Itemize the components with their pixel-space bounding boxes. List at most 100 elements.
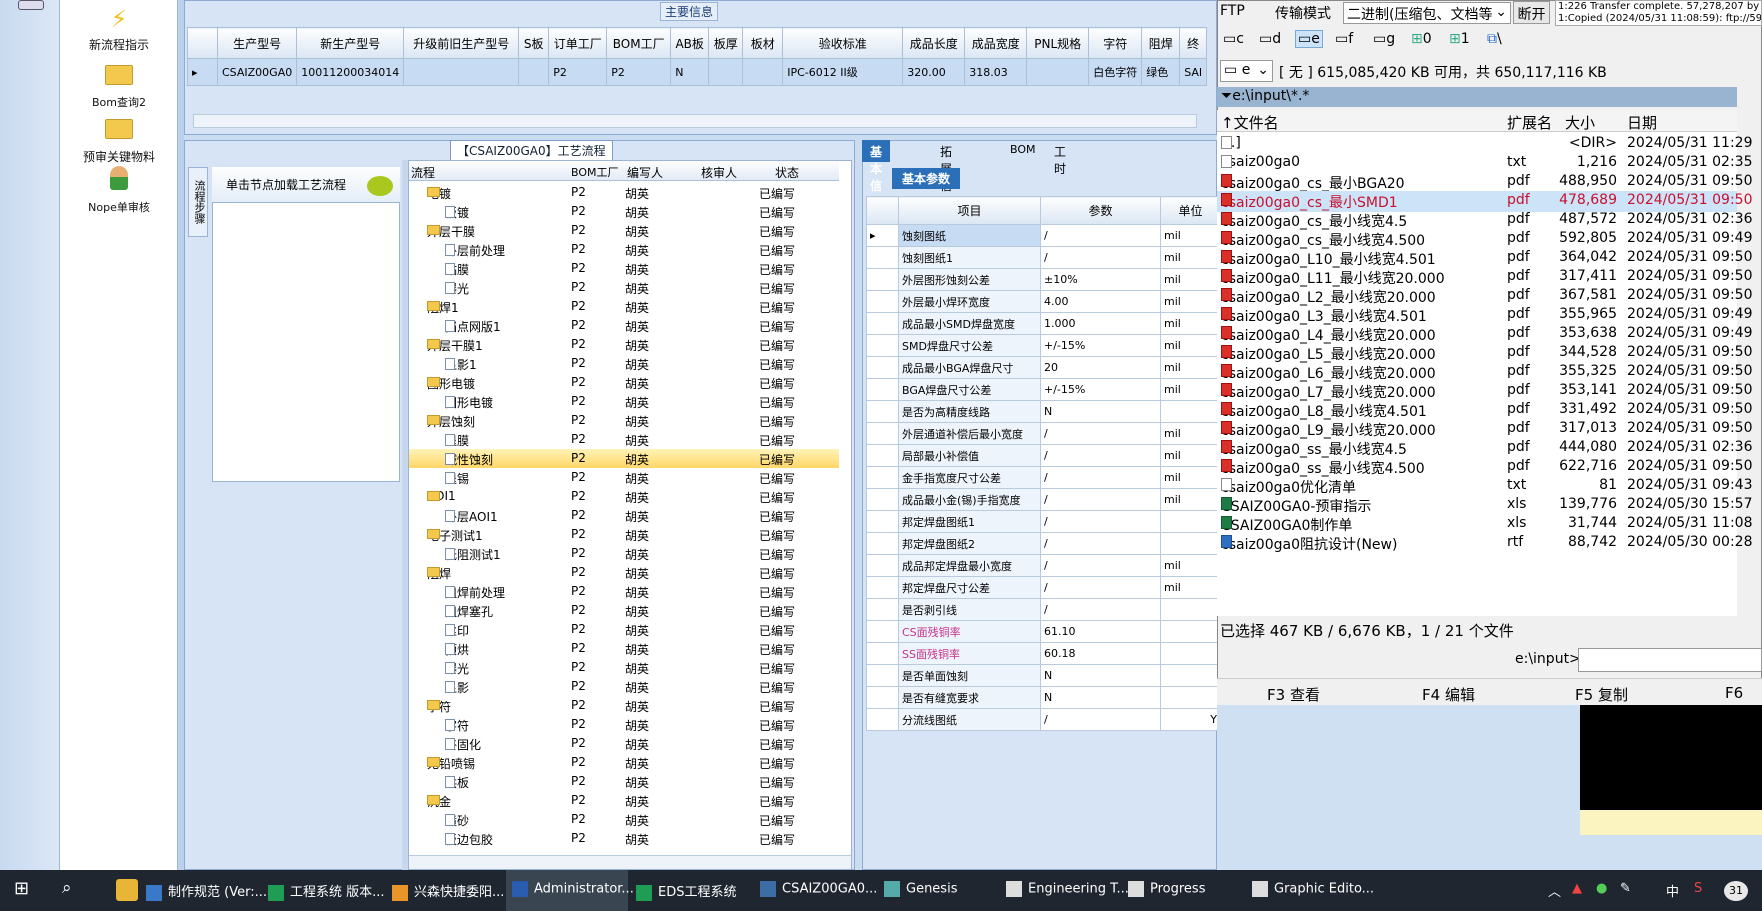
table-cell[interactable]: 320.00 (902, 58, 966, 86)
file-row[interactable]: CSAIZ00GA0制作单 xls 31,744 2024/05/31 11:08 (1217, 514, 1753, 535)
tree-node[interactable]: 显影 (445, 679, 469, 696)
column-header[interactable]: S板 (518, 27, 550, 59)
file-row[interactable]: csaiz00ga0_L7_最小线宽20.000 pdf 353,141 2024/0… (1217, 381, 1753, 402)
tree-node[interactable]: 贴膜 (445, 261, 469, 278)
tree-row[interactable]: 板边包胶 P2 胡英 已编写 (409, 829, 839, 848)
param-value[interactable]: N (1040, 686, 1161, 709)
column-header[interactable]: BOM工厂 (606, 27, 672, 59)
file-row[interactable]: csaiz00ga0阻抗设计(New) rtf 88,742 2024/05/30 0… (1217, 533, 1753, 554)
tree-row[interactable]: −电子测试1 P2 胡英 已编写 (409, 525, 839, 544)
tree-node[interactable]: −外层干膜1 (427, 337, 483, 354)
column-header[interactable]: 生产型号 (216, 27, 298, 59)
tree-row[interactable]: 丝印 P2 胡英 已编写 (409, 620, 839, 639)
table-cell[interactable]: P2 (548, 58, 608, 86)
column-header-date[interactable]: 日期 (1627, 112, 1657, 133)
chevron-up-icon[interactable]: ︿ (1548, 881, 1561, 900)
column-header[interactable]: 验收标准 (782, 27, 904, 59)
column-header[interactable]: 项目 (898, 196, 1041, 225)
nav-new-flow[interactable]: ⚡ 新流程指示 (60, 4, 178, 53)
drive-button-d[interactable]: ▭d (1259, 31, 1281, 47)
file-row[interactable]: csaiz00ga0_L10_最小线宽4.501 pdf 364,042 2024/0… (1217, 248, 1753, 269)
f3-view-button[interactable]: F3 查看 (1267, 684, 1320, 705)
table-cell[interactable] (708, 58, 744, 86)
file-row[interactable]: csaiz00ga0_L2_最小线宽20.000 pdf 367,581 2024/0… (1217, 286, 1753, 307)
param-row[interactable]: SS面残铜率 60.18 (866, 642, 1221, 665)
param-row[interactable]: 成品邦定焊盘最小宽度 / mil (866, 554, 1221, 577)
taskbar-item[interactable]: CSAIZ00GA0... (754, 881, 877, 897)
param-row[interactable]: SMD焊盘尺寸公差 +/-15% mil (866, 334, 1221, 357)
taskbar-item[interactable]: 工程系统 版本... (262, 881, 385, 901)
tree-row[interactable]: 终固化 P2 胡英 已编写 (409, 734, 839, 753)
tree-node[interactable]: −外层干膜 (427, 223, 475, 240)
param-value[interactable]: 60.18 (1040, 642, 1161, 665)
column-header[interactable]: 核审人 (701, 164, 737, 181)
column-header[interactable]: 终 (1179, 27, 1208, 59)
file-row[interactable]: csaiz00ga0优化清单 txt 81 2024/05/31 09:43 (1217, 476, 1753, 497)
tree-node[interactable]: −字符 (427, 698, 451, 715)
chat-bubble-icon[interactable] (367, 176, 393, 196)
tree-row[interactable]: 阻焊前处理 P2 胡英 已编写 (409, 582, 839, 601)
param-row[interactable]: 外层图形蚀刻公差 ±10% mil (866, 268, 1221, 291)
file-row[interactable]: csaiz00ga0 txt 1,216 2024/05/31 02:35 (1217, 153, 1753, 174)
param-row[interactable]: 蚀刻图纸1/mil (866, 246, 1221, 269)
column-header[interactable]: 订单工厂 (548, 27, 608, 59)
column-header-size[interactable]: 大小 (1565, 112, 1595, 133)
column-header[interactable]: 升级前旧生产型号 (403, 27, 520, 59)
param-value[interactable]: +/-15% (1040, 334, 1161, 357)
drive-button-g[interactable]: ▭g (1373, 31, 1395, 47)
column-header[interactable]: AB板 (670, 27, 710, 59)
ime-icon[interactable]: ✎ (1620, 881, 1631, 896)
param-row[interactable]: 分流线图纸 / Y (866, 708, 1221, 731)
column-header[interactable]: 参数 (1040, 196, 1161, 225)
param-value[interactable]: / (1040, 598, 1161, 621)
drive-button-f[interactable]: ▭f (1335, 31, 1353, 47)
tree-row[interactable]: 挡点网版1 P2 胡英 已编写 (409, 316, 839, 335)
column-header[interactable]: 成品长度 (902, 27, 966, 59)
column-header[interactable]: BOM工厂 (571, 164, 619, 180)
tree-row[interactable]: 低阻测试1 P2 胡英 已编写 (409, 544, 839, 563)
tree-row[interactable]: 板镀 P2 胡英 已编写 (409, 202, 839, 221)
param-value[interactable]: / (1040, 576, 1161, 599)
windows-start-icon[interactable]: ⊞ (14, 878, 29, 899)
tree-row[interactable]: 预烘 P2 胡英 已编写 (409, 639, 839, 658)
tree-node[interactable]: 低阻测试1 (445, 546, 501, 563)
tree-row[interactable]: −外层干膜 P2 胡英 已编写 (409, 221, 839, 240)
column-header[interactable]: 阻焊 (1141, 27, 1181, 59)
tree-node[interactable]: −电镀 (427, 185, 451, 202)
tree-row[interactable]: 外层AOI1 P2 胡英 已编写 (409, 506, 839, 525)
tree-node[interactable]: 终固化 (445, 736, 481, 753)
tab-extended-info[interactable]: 拓展信息 (932, 140, 960, 210)
tree-row[interactable]: −外层干膜1 P2 胡英 已编写 (409, 335, 839, 354)
table-cell[interactable]: 10011200034014 (296, 58, 405, 86)
column-header[interactable]: 字符 (1088, 27, 1143, 59)
taskbar-item[interactable]: Graphic Edito... (1246, 881, 1374, 897)
param-value[interactable]: / (1040, 488, 1161, 511)
nav-nope-review[interactable]: Nope单审核 (60, 166, 178, 215)
tree-node[interactable]: 图形电镀 (445, 394, 493, 411)
param-row[interactable]: 外层最小焊环宽度 4.00 mil (866, 290, 1221, 313)
tree-row[interactable]: 图形电镀 P2 胡英 已编写 (409, 392, 839, 411)
tree-row[interactable]: 曝光 P2 胡英 已编写 (409, 278, 839, 297)
table-cell[interactable] (518, 58, 550, 86)
tree-node[interactable]: 退锡 (445, 470, 469, 487)
tree-node[interactable]: 挡点网版1 (445, 318, 501, 335)
tree-row[interactable]: 外层前处理 P2 胡英 已编写 (409, 240, 839, 259)
tree-row[interactable]: −无铅喷锡 P2 胡英 已编写 (409, 753, 839, 772)
tree-node[interactable]: 曝光 (445, 280, 469, 297)
param-value[interactable]: +/-15% (1040, 378, 1161, 401)
tree-node[interactable]: 烘板 (445, 774, 469, 791)
tree-node[interactable]: 外层AOI1 (445, 508, 498, 525)
search-icon[interactable]: ⌕ (62, 878, 72, 898)
tree-row[interactable]: 喷砂 P2 胡英 已编写 (409, 810, 839, 829)
file-row[interactable]: [..] <DIR> 2024/05/31 11:29 (1217, 134, 1753, 155)
nav-bom-query[interactable]: Bom查询2 (60, 62, 178, 110)
subtab-basic-params[interactable]: 基本参数 (892, 168, 961, 189)
tree-row[interactable]: 退锡 P2 胡英 已编写 (409, 468, 839, 487)
column-header[interactable]: 板厚 (708, 27, 744, 59)
taskbar-item[interactable]: Genesis (878, 881, 1000, 897)
param-value[interactable]: 20 (1040, 356, 1161, 379)
tree-row[interactable]: −AOI1 P2 胡英 已编写 (409, 487, 839, 506)
param-value[interactable]: / (1040, 554, 1161, 577)
file-row[interactable]: csaiz00ga0_L5_最小线宽20.000 pdf 344,528 2024/0… (1217, 343, 1753, 364)
param-value[interactable]: / (1040, 246, 1161, 269)
